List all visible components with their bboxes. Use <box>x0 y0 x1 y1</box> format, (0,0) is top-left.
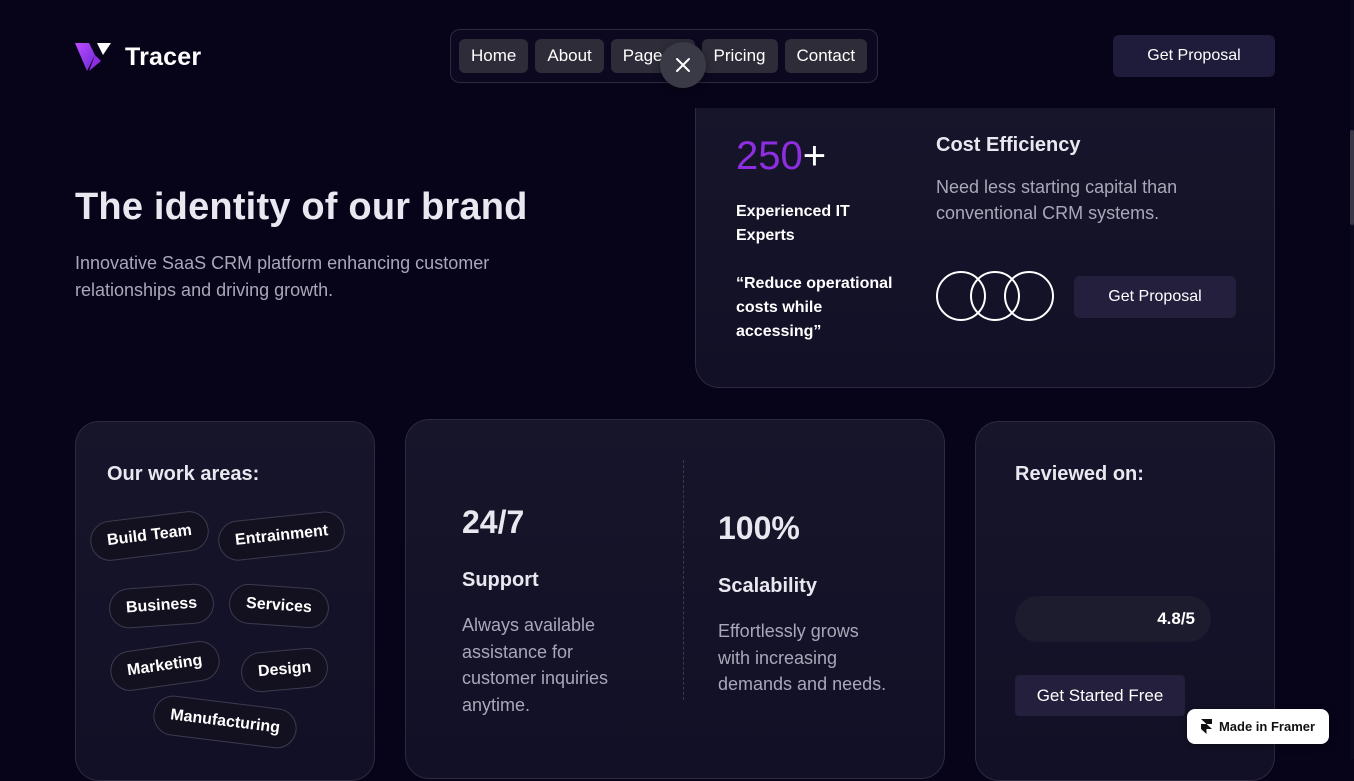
made-in-framer-badge[interactable]: Made in Framer <box>1187 709 1329 744</box>
work-areas-title: Our work areas: <box>107 463 260 485</box>
review-title: Reviewed on: <box>1015 463 1144 485</box>
work-tag[interactable]: Services <box>227 582 331 630</box>
framer-icon <box>1200 719 1212 734</box>
nav-label: Contact <box>796 46 856 65</box>
nav-item-about[interactable]: About <box>535 39 604 73</box>
work-tag[interactable]: Manufacturing <box>151 693 300 751</box>
avatar-group <box>936 271 1056 323</box>
scrollbar-thumb[interactable] <box>1350 130 1354 225</box>
work-tag[interactable]: Build Team <box>88 508 212 564</box>
experts-number: 250 <box>736 134 803 178</box>
brand-name: Tracer <box>125 42 202 71</box>
rating-pill: 4.8/5 <box>1015 596 1211 642</box>
stat-label: Scalability <box>718 575 817 597</box>
close-icon <box>676 58 690 72</box>
experts-card: 250+ Experienced IT Experts “Reduce oper… <box>695 108 1275 388</box>
hero-title: The identity of our brand <box>75 186 528 228</box>
work-tag[interactable]: Business <box>107 582 216 630</box>
stats-divider <box>683 460 684 700</box>
close-button[interactable] <box>660 42 706 88</box>
cost-efficiency-title: Cost Efficiency <box>936 134 1081 156</box>
nav-item-contact[interactable]: Contact <box>784 39 868 73</box>
stat-value: 100% <box>718 510 800 546</box>
avatar-circle-icon <box>1004 271 1054 321</box>
nav-label: Home <box>471 46 517 65</box>
work-tag[interactable]: Design <box>239 646 330 694</box>
nav-item-home[interactable]: Home <box>459 39 529 73</box>
experts-suffix: + <box>802 134 827 178</box>
hero-subtitle: Innovative SaaS CRM platform enhancing c… <box>75 253 490 300</box>
nav-label: About <box>547 46 592 65</box>
work-tag[interactable]: Marketing <box>107 638 222 694</box>
cost-efficiency-desc: Need less starting capital than conventi… <box>936 177 1178 223</box>
get-started-free-button[interactable]: Get Started Free <box>1015 675 1185 716</box>
work-areas-card: Our work areas: Build Team Entrainment B… <box>75 421 375 781</box>
experts-count: 250+ <box>736 134 826 179</box>
card-get-proposal-button[interactable]: Get Proposal <box>1074 276 1236 318</box>
stats-card: 24/7 Support Always available assistance… <box>405 419 945 779</box>
experts-label: Experienced IT Experts <box>736 203 850 244</box>
logo-icon <box>75 41 111 73</box>
stat-value: 24/7 <box>462 504 525 540</box>
badge-label: Made in Framer <box>1218 719 1316 734</box>
scrollbar[interactable] <box>1350 0 1354 759</box>
nav-item-pricing[interactable]: Pricing <box>701 39 778 73</box>
stat-description: Effortlessly grows with increasing deman… <box>718 621 887 694</box>
nav-label: Pricing <box>713 46 766 65</box>
header-get-proposal-button[interactable]: Get Proposal <box>1113 35 1275 77</box>
work-tag[interactable]: Entrainment <box>216 509 348 563</box>
brand-logo[interactable]: Tracer <box>75 41 201 73</box>
experts-quote: “Reduce operational costs while accessin… <box>736 275 893 340</box>
stat-label: Support <box>462 569 539 591</box>
stat-description: Always available assistance for customer… <box>462 615 609 715</box>
